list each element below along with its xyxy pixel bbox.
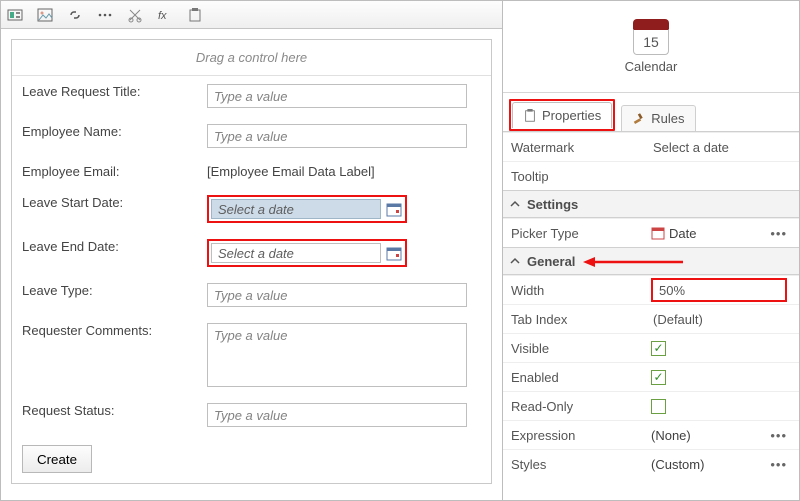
highlight-properties-tab: Properties bbox=[509, 99, 615, 131]
drop-hint: Drag a control here bbox=[12, 40, 491, 76]
input-width[interactable]: 50% bbox=[651, 278, 787, 302]
label-watermark: Watermark bbox=[511, 140, 651, 155]
ellipsis-expression[interactable]: ••• bbox=[770, 428, 791, 443]
tb-chain-icon[interactable] bbox=[65, 5, 85, 25]
label-visible: Visible bbox=[511, 341, 651, 356]
label-employee-email: Employee Email: bbox=[12, 156, 197, 187]
calendar-label: Calendar bbox=[625, 59, 678, 74]
ellipsis-styles[interactable]: ••• bbox=[770, 457, 791, 472]
tabs: Properties Rules bbox=[503, 93, 799, 132]
label-read-only: Read-Only bbox=[511, 399, 651, 414]
input-watermark[interactable] bbox=[651, 136, 791, 158]
chevron-up-icon bbox=[509, 198, 521, 210]
label-expression: Expression bbox=[511, 428, 651, 443]
calendar-icon[interactable] bbox=[383, 198, 405, 220]
input-tab-index[interactable] bbox=[651, 308, 791, 330]
tb-image-icon[interactable] bbox=[35, 5, 55, 25]
arrow-annotation bbox=[583, 255, 683, 272]
form-panel: Drag a control here Leave Request Title:… bbox=[11, 39, 492, 484]
section-general[interactable]: General bbox=[503, 247, 799, 275]
label-requester-comments: Requester Comments: bbox=[12, 315, 197, 395]
tab-rules[interactable]: Rules bbox=[621, 105, 695, 131]
label-leave-type: Leave Type: bbox=[12, 275, 197, 315]
label-picker-type: Picker Type bbox=[511, 226, 651, 241]
tb-fx-icon[interactable]: fx bbox=[155, 5, 175, 25]
calendar-large-icon: 15 bbox=[633, 19, 669, 55]
clipboard-icon bbox=[523, 109, 537, 123]
checkbox-visible[interactable] bbox=[651, 341, 666, 356]
input-leave-start-date[interactable]: Select a date bbox=[207, 195, 407, 223]
gavel-icon bbox=[632, 112, 646, 126]
label-tooltip: Tooltip bbox=[511, 169, 651, 184]
tb-cut-icon[interactable] bbox=[125, 5, 145, 25]
label-leave-end: Leave End Date: bbox=[12, 231, 197, 275]
label-leave-title: Leave Request Title: bbox=[12, 76, 197, 116]
input-leave-type[interactable]: Type a value bbox=[207, 283, 467, 307]
calendar-small-icon bbox=[651, 226, 665, 240]
toolbar: fx bbox=[1, 1, 502, 29]
calendar-icon[interactable] bbox=[383, 242, 405, 264]
value-picker-type[interactable]: Date bbox=[651, 226, 696, 241]
label-enabled: Enabled bbox=[511, 370, 651, 385]
input-requester-comments[interactable]: Type a value bbox=[207, 323, 467, 387]
input-employee-name[interactable]: Type a value bbox=[207, 124, 467, 148]
create-button[interactable]: Create bbox=[22, 445, 92, 473]
value-employee-email: [Employee Email Data Label] bbox=[207, 164, 375, 179]
section-settings[interactable]: Settings bbox=[503, 190, 799, 218]
tb-paste-icon[interactable] bbox=[185, 5, 205, 25]
input-leave-title[interactable]: Type a value bbox=[207, 84, 467, 108]
label-leave-start: Leave Start Date: bbox=[12, 187, 197, 231]
value-styles[interactable]: (Custom) bbox=[651, 457, 704, 472]
calendar-header: 15 Calendar bbox=[503, 1, 799, 93]
value-expression[interactable]: (None) bbox=[651, 428, 691, 443]
label-tab-index: Tab Index bbox=[511, 312, 651, 327]
checkbox-enabled[interactable] bbox=[651, 370, 666, 385]
input-tooltip[interactable] bbox=[651, 165, 791, 187]
input-leave-end-date[interactable]: Select a date bbox=[207, 239, 407, 267]
label-request-status: Request Status: bbox=[12, 395, 197, 435]
label-employee-name: Employee Name: bbox=[12, 116, 197, 156]
ellipsis-picker-type[interactable]: ••• bbox=[770, 226, 791, 241]
tb-layout-icon[interactable] bbox=[5, 5, 25, 25]
label-styles: Styles bbox=[511, 457, 651, 472]
input-request-status[interactable]: Type a value bbox=[207, 403, 467, 427]
svg-text:fx: fx bbox=[158, 10, 167, 22]
properties-panel: Watermark Tooltip Settings Picker Type D… bbox=[503, 132, 799, 500]
checkbox-read-only[interactable] bbox=[651, 399, 666, 414]
tb-more-icon[interactable] bbox=[95, 5, 115, 25]
label-width: Width bbox=[511, 283, 651, 298]
tab-properties[interactable]: Properties bbox=[512, 102, 612, 128]
chevron-up-icon bbox=[509, 255, 521, 267]
